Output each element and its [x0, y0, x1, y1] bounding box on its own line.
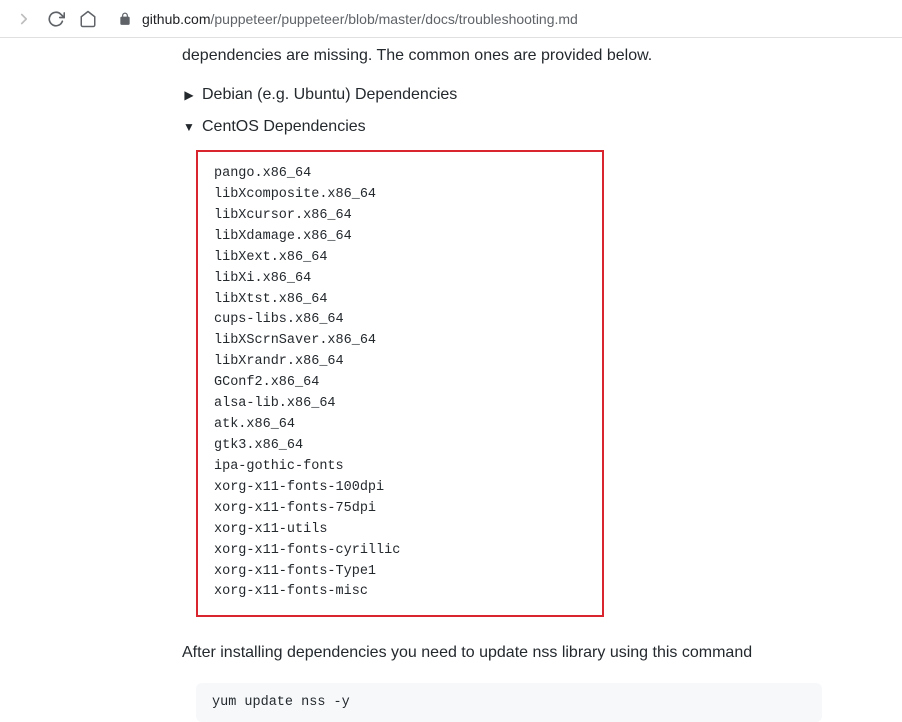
- code-line: xorg-x11-fonts-75dpi: [214, 499, 586, 520]
- address-bar[interactable]: github.com/puppeteer/puppeteer/blob/mast…: [118, 11, 892, 27]
- forward-button[interactable]: [10, 5, 38, 33]
- url-text: github.com/puppeteer/puppeteer/blob/mast…: [142, 11, 578, 27]
- intro-text: dependencies are missing. The common one…: [182, 44, 902, 68]
- centos-section-label: CentOS Dependencies: [202, 118, 366, 136]
- code-line: libXScrnSaver.x86_64: [214, 331, 586, 352]
- page-content: dependencies are missing. The common one…: [0, 38, 902, 722]
- code-line: libXcursor.x86_64: [214, 206, 586, 227]
- code-line: libXext.x86_64: [214, 248, 586, 269]
- centos-dependencies-toggle[interactable]: ▼ CentOS Dependencies: [182, 118, 902, 136]
- code-line: alsa-lib.x86_64: [214, 394, 586, 415]
- update-command-code: yum update nss -y: [196, 683, 822, 722]
- url-domain: github.com: [142, 11, 210, 27]
- code-line: xorg-x11-fonts-100dpi: [214, 478, 586, 499]
- home-button[interactable]: [74, 5, 102, 33]
- browser-toolbar: github.com/puppeteer/puppeteer/blob/mast…: [0, 0, 902, 38]
- code-line: xorg-x11-utils: [214, 520, 586, 541]
- debian-section-label: Debian (e.g. Ubuntu) Dependencies: [202, 86, 457, 104]
- code-line: libXcomposite.x86_64: [214, 185, 586, 206]
- code-line: cups-libs.x86_64: [214, 310, 586, 331]
- code-line: pango.x86_64: [214, 164, 586, 185]
- code-line: libXrandr.x86_64: [214, 352, 586, 373]
- code-line: yum update nss -y: [212, 695, 806, 710]
- code-line: gtk3.x86_64: [214, 436, 586, 457]
- url-path: /puppeteer/puppeteer/blob/master/docs/tr…: [210, 11, 577, 27]
- centos-dependencies-code: pango.x86_64 libXcomposite.x86_64 libXcu…: [196, 150, 604, 617]
- code-line: GConf2.x86_64: [214, 373, 586, 394]
- debian-dependencies-toggle[interactable]: ▶ Debian (e.g. Ubuntu) Dependencies: [182, 86, 902, 104]
- code-line: libXtst.x86_64: [214, 290, 586, 311]
- code-line: libXi.x86_64: [214, 269, 586, 290]
- code-line: libXdamage.x86_64: [214, 227, 586, 248]
- triangle-right-icon: ▶: [182, 88, 196, 102]
- code-line: atk.x86_64: [214, 415, 586, 436]
- reload-button[interactable]: [42, 5, 70, 33]
- lock-icon: [118, 12, 132, 26]
- code-line: xorg-x11-fonts-misc: [214, 582, 586, 603]
- code-line: ipa-gothic-fonts: [214, 457, 586, 478]
- code-line: xorg-x11-fonts-Type1: [214, 562, 586, 583]
- after-install-text: After installing dependencies you need t…: [182, 641, 902, 665]
- triangle-down-icon: ▼: [182, 120, 196, 134]
- code-line: xorg-x11-fonts-cyrillic: [214, 541, 586, 562]
